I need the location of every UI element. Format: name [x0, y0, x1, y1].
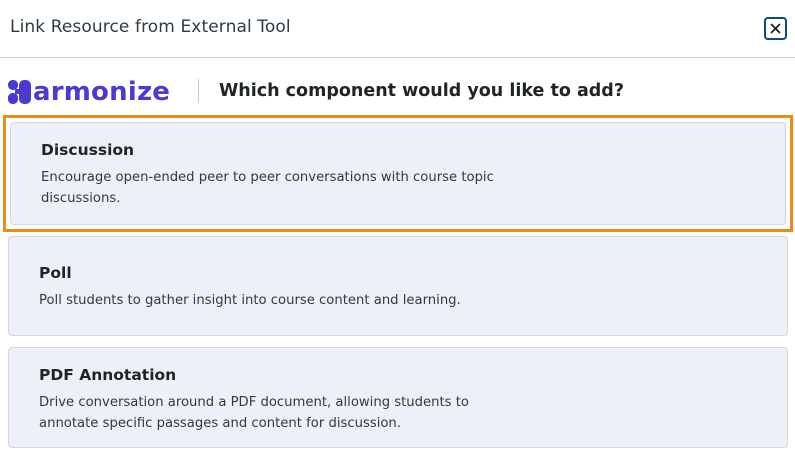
option-card-poll[interactable]: Poll Poll students to gather insight int…	[8, 236, 788, 336]
logo-wordmark: armonize	[33, 77, 171, 107]
option-title: Poll	[39, 264, 72, 282]
brand-divider	[198, 79, 199, 103]
harmonize-logo-mark-icon	[8, 80, 31, 104]
close-icon	[770, 23, 781, 34]
option-description: Poll students to gather insight into cou…	[39, 293, 461, 308]
option-description: Drive conversation around a PDF document…	[39, 395, 469, 431]
modal-header: Link Resource from External Tool	[0, 0, 795, 58]
modal-title: Link Resource from External Tool	[10, 17, 291, 37]
option-title: Discussion	[41, 141, 135, 159]
component-question: Which component would you like to add?	[219, 81, 624, 101]
option-card-discussion[interactable]: Discussion Encourage open-ended peer to …	[3, 115, 793, 232]
harmonize-logo: armonize	[8, 78, 170, 106]
option-description: Encourage open-ended peer to peer conver…	[41, 170, 494, 206]
option-card-discussion-body: Discussion Encourage open-ended peer to …	[10, 122, 786, 225]
option-card-pdf-annotation[interactable]: PDF Annotation Drive conversation around…	[8, 347, 788, 448]
close-button[interactable]	[764, 17, 787, 40]
brand-row: armonize Which component would you like …	[0, 59, 795, 115]
option-title: PDF Annotation	[39, 366, 177, 384]
